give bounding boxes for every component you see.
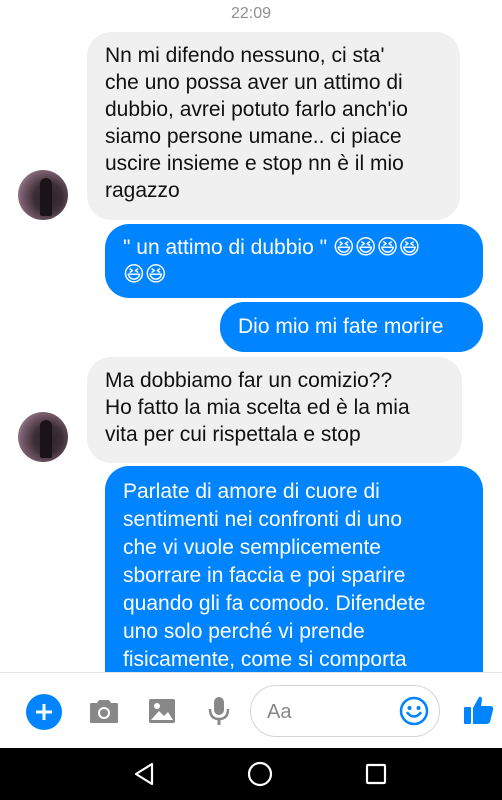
back-icon[interactable]	[130, 760, 158, 788]
message-bubble-outgoing[interactable]: Parlate di amore di cuore di sentimenti …	[105, 466, 483, 696]
message-bubble-incoming[interactable]: Nn mi difendo nessuno, ci sta' che uno p…	[87, 32, 460, 220]
message-bubble-outgoing[interactable]: Dio mio mi fate morire	[220, 302, 483, 352]
thumbs-up-icon[interactable]	[462, 692, 496, 728]
message-input[interactable]	[267, 698, 397, 726]
microphone-icon[interactable]	[205, 695, 233, 727]
composer-bar	[0, 672, 502, 748]
message-bubble-incoming[interactable]: Ma dobbiamo far un comizio?? Ho fatto la…	[87, 357, 462, 463]
recents-icon[interactable]	[362, 760, 390, 788]
message-timestamp: 22:09	[230, 5, 272, 22]
contact-avatar[interactable]	[18, 412, 68, 462]
navigation-bar	[0, 748, 502, 800]
emoji-icon[interactable]	[399, 696, 429, 726]
image-icon[interactable]	[146, 697, 178, 725]
message-bubble-outgoing[interactable]: " un attimo di dubbio " 😆😆😆😆 😆😆	[105, 224, 483, 298]
plus-icon[interactable]	[26, 694, 62, 730]
contact-avatar[interactable]	[18, 170, 68, 220]
home-icon[interactable]	[246, 760, 274, 788]
camera-icon[interactable]	[88, 697, 120, 725]
